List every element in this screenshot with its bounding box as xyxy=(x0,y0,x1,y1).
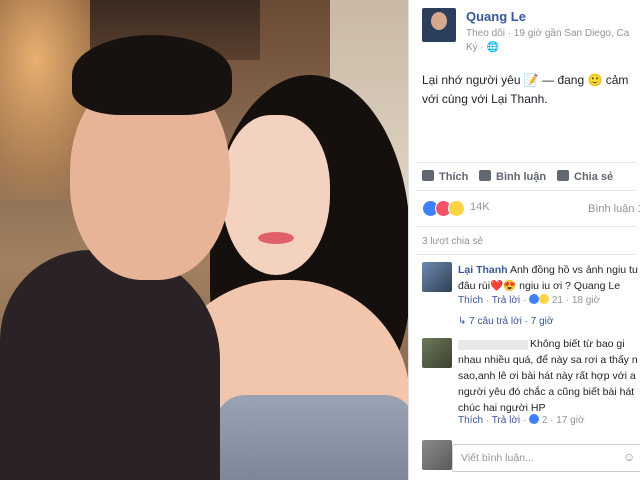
man-shirt xyxy=(0,250,220,480)
comment-reply-link[interactable]: Trả lời xyxy=(492,295,520,306)
post-photo[interactable] xyxy=(0,0,408,480)
commenter-avatar[interactable] xyxy=(422,338,452,368)
post-meta-privacy: Ký · 🌐 xyxy=(466,42,500,53)
comment-actions: Thích · Trả lời · 21 · 18 giờ xyxy=(458,294,601,306)
share-arrow-icon xyxy=(557,170,569,181)
comment-text-line3: sao,anh lê ơi bài hát này rất hợp với a xyxy=(458,370,636,382)
comment-react-count: 2 xyxy=(541,415,548,426)
author-avatar[interactable] xyxy=(422,8,456,42)
post-meta: Theo dõi · 19 giờ gần San Diego, Ca xyxy=(466,28,630,39)
blurred-commenter-name xyxy=(458,340,528,350)
comment-actions: Thích · Trả lời · 2 · 17 giờ xyxy=(458,414,585,426)
commenter-avatar[interactable] xyxy=(422,262,452,292)
comment-text: Anh đồng hồ vs ảnh ngiu tu xyxy=(509,264,638,276)
comment-input[interactable]: Viết bình luận... ☺ xyxy=(452,444,640,472)
like-button[interactable]: Thích xyxy=(422,170,468,183)
divider xyxy=(416,190,636,191)
comment-text-line4: người yêu đó chắc a cũng biết bài hát xyxy=(458,386,635,398)
comment-bubble-icon xyxy=(479,170,491,181)
comment-input-placeholder: Viết bình luận... xyxy=(461,452,534,464)
current-user-avatar xyxy=(422,440,452,470)
comment-button[interactable]: Bình luận xyxy=(479,170,546,183)
comment-react-count: 21 xyxy=(551,295,563,306)
share-count[interactable]: 3 lượt chia sẻ xyxy=(422,236,483,247)
view-replies-link[interactable]: ↳ 7 câu trả lời · 7 giờ xyxy=(458,316,553,327)
comment-reply-link[interactable]: Trả lời xyxy=(492,415,520,426)
post-text-line1: Lại nhớ người yêu 📝 — đang 🙂 cảm xyxy=(422,73,629,87)
haha-reaction-icon xyxy=(539,294,550,304)
comment-count[interactable]: Bình luận 1 xyxy=(588,203,640,215)
like-reaction-icon xyxy=(529,414,540,424)
post-text-line2: với cùng với Lại Thanh. xyxy=(422,92,548,106)
share-button[interactable]: Chia sẻ xyxy=(557,170,613,183)
comment-time: 18 giờ xyxy=(571,295,601,306)
comment-like-link[interactable]: Thích xyxy=(458,415,483,426)
thumbs-up-icon xyxy=(422,170,434,181)
emoji-icon[interactable]: ☺ xyxy=(623,450,635,464)
comment-text-line1: Không biết từ bao gi xyxy=(530,338,625,350)
woman-face xyxy=(222,115,330,275)
man-hair xyxy=(72,35,232,115)
like-reaction-icon xyxy=(529,294,540,304)
comment-time: 17 giờ xyxy=(556,415,585,426)
divider xyxy=(416,254,636,255)
divider xyxy=(416,226,636,227)
reaction-count[interactable]: 14K xyxy=(470,201,490,213)
woman-dress xyxy=(215,395,408,480)
commenter-name[interactable]: Lại Thanh xyxy=(458,264,508,276)
reply-arrow-icon: ↳ xyxy=(458,316,470,327)
author-name[interactable]: Quang Le xyxy=(466,9,526,24)
comment-text-line2: đâu rùi❤️😍 ngiu iu ơi ? Quang Le xyxy=(458,280,621,292)
comment-like-link[interactable]: Thích xyxy=(458,295,483,306)
divider xyxy=(416,162,636,163)
comment-text-line2: nhau nhiều quá, để này sa rơi a thấy n xyxy=(458,354,638,366)
haha-reaction-icon[interactable] xyxy=(448,200,465,217)
woman-lips xyxy=(258,232,294,244)
